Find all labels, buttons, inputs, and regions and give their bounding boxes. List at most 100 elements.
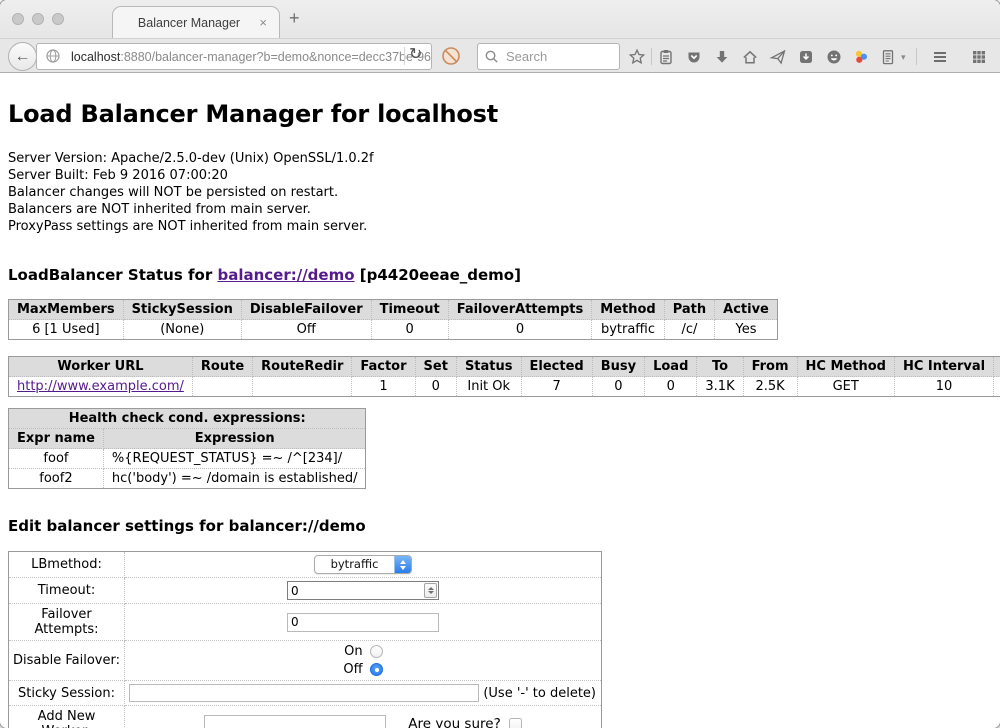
search-icon — [483, 48, 500, 70]
tab-title: Balancer Manager — [138, 16, 240, 30]
add-worker-row: Add New Worker: Are you sure? — [9, 706, 602, 728]
urlbar-separator — [404, 47, 405, 65]
note-persist: Balancer changes will NOT be persisted o… — [8, 184, 992, 201]
toolbar-separator — [651, 48, 652, 65]
col-failoverattempts: FailoverAttempts — [448, 300, 592, 320]
new-tab-button[interactable]: + — [289, 8, 300, 29]
minimize-window-button[interactable] — [32, 13, 44, 25]
color-cluster-icon[interactable] — [852, 48, 870, 66]
disable-failover-options: On Off — [343, 644, 382, 677]
server-info: Server Version: Apache/2.5.0-dev (Unix) … — [8, 150, 992, 235]
lbmethod-selected-value: bytraffic — [315, 556, 394, 573]
col-active: Active — [715, 300, 778, 320]
disable-failover-row: Disable Failover: On Off — [9, 641, 602, 681]
close-window-button[interactable] — [12, 13, 24, 25]
worker-table: Worker URL Route RouteRedir Factor Set S… — [8, 356, 1000, 397]
timeout-row: Timeout: — [9, 578, 602, 604]
are-you-sure-label: Are you sure? — [408, 716, 501, 728]
url-path: :8880/balancer-manager?b=demo&nonce=decc… — [120, 50, 431, 64]
sticky-session-row: Sticky Session: (Use '-' to delete) — [9, 681, 602, 706]
col-expression: Expression — [103, 429, 366, 449]
balancer-status-table: MaxMembers StickySession DisableFailover… — [8, 299, 778, 340]
save-to-device-icon[interactable] — [797, 48, 815, 66]
send-tab-icon[interactable] — [769, 48, 787, 66]
sticky-session-label: Sticky Session: — [9, 681, 125, 706]
radio-off[interactable] — [370, 663, 383, 676]
status-heading-suffix: [p4420eeae_demo] — [355, 266, 521, 284]
note-inherit: Balancers are NOT inherited from main se… — [8, 201, 992, 218]
reading-list-icon[interactable] — [657, 48, 675, 66]
failover-attempts-input[interactable] — [287, 613, 439, 632]
timeout-label: Timeout: — [9, 578, 125, 604]
failover-attempts-row: Failover Attempts: — [9, 604, 602, 641]
table-header-row: Worker URL Route RouteRedir Factor Set S… — [9, 357, 1000, 377]
health-table-title: Health check cond. expressions: — [9, 409, 366, 429]
globe-icon — [44, 47, 62, 70]
feedback-smiley-icon[interactable] — [825, 48, 843, 66]
balancer-demo-link[interactable]: balancer://demo — [217, 266, 354, 284]
page-title: Load Balancer Manager for localhost — [8, 100, 992, 128]
note-proxypass: ProxyPass settings are NOT inherited fro… — [8, 218, 992, 235]
timeout-input[interactable] — [288, 584, 424, 598]
worker-row: http://www.example.com/ 1 0 Init Ok 7 0 … — [9, 377, 1000, 397]
timeout-field-wrap — [287, 581, 439, 600]
lbmethod-label: LBmethod: — [9, 552, 125, 578]
edit-settings-heading: Edit balancer settings for balancer://de… — [8, 517, 992, 535]
tiles-grid-icon[interactable] — [970, 48, 988, 66]
col-stickysession: StickySession — [123, 300, 241, 320]
add-worker-input[interactable] — [204, 715, 386, 728]
col-maxmembers: MaxMembers — [9, 300, 124, 320]
lbmethod-row: LBmethod: bytraffic — [9, 552, 602, 578]
browser-window: Balancer Manager × + ← localhost:8880/ba… — [0, 0, 1000, 728]
table-header-row: Expr name Expression — [9, 429, 366, 449]
chevron-down-icon[interactable]: ▾ — [901, 52, 906, 63]
number-spinner-icon[interactable] — [424, 583, 437, 598]
status-heading-prefix: LoadBalancer Status for — [8, 266, 217, 284]
pocket-icon[interactable] — [685, 48, 703, 66]
toolbar-separator-2 — [916, 48, 917, 65]
select-stepper-icon — [394, 556, 411, 573]
url-bar[interactable]: localhost:8880/balancer-manager?b=demo&n… — [36, 43, 432, 70]
home-icon[interactable] — [741, 48, 759, 66]
server-built: Server Built: Feb 9 2016 07:00:20 — [8, 167, 992, 184]
back-arrow-icon: ← — [15, 48, 31, 66]
health-title-row: Health check cond. expressions: — [9, 409, 366, 429]
col-timeout: Timeout — [371, 300, 448, 320]
page-content: Load Balancer Manager for localhost Serv… — [0, 74, 1000, 728]
zoom-window-button[interactable] — [52, 13, 64, 25]
edit-balancer-form: LBmethod: bytraffic Timeout: — [8, 551, 602, 728]
search-input[interactable] — [506, 49, 611, 64]
col-disablefailover: DisableFailover — [241, 300, 371, 320]
health-check-table: Health check cond. expressions: Expr nam… — [8, 408, 366, 489]
reload-button[interactable]: ↻ — [409, 44, 422, 64]
bookmark-star-icon[interactable] — [628, 48, 646, 66]
worker-url-link[interactable]: http://www.example.com/ — [17, 379, 184, 394]
download-icon[interactable] — [713, 48, 731, 66]
lbmethod-select[interactable]: bytraffic — [314, 555, 412, 574]
server-version: Server Version: Apache/2.5.0-dev (Unix) … — [8, 150, 992, 167]
are-you-sure-checkbox[interactable] — [509, 718, 522, 728]
url-host: localhost — [71, 50, 120, 64]
radio-on[interactable] — [370, 645, 383, 658]
tab-close-icon[interactable]: × — [259, 15, 267, 30]
sticky-session-input[interactable] — [129, 684, 479, 702]
table-row: foof2 hc('body') =~ /domain is establish… — [9, 469, 366, 489]
sidebar-notes-icon[interactable] — [879, 48, 897, 66]
titlebar: Balancer Manager × + — [0, 0, 1000, 38]
table-header-row: MaxMembers StickySession DisableFailover… — [9, 300, 778, 320]
add-worker-label: Add New Worker: — [9, 706, 125, 728]
url-text: localhost:8880/balancer-manager?b=demo&n… — [71, 50, 431, 64]
table-row: foof %{REQUEST_STATUS} =~ /^[234]/ — [9, 449, 366, 469]
radio-on-label: On — [343, 644, 362, 659]
col-expr-name: Expr name — [9, 429, 104, 449]
col-path: Path — [664, 300, 714, 320]
sticky-session-hint: (Use '-' to delete) — [483, 686, 597, 701]
back-button[interactable]: ← — [8, 42, 37, 71]
radio-off-label: Off — [343, 662, 362, 677]
content-blocked-icon[interactable] — [440, 45, 462, 72]
tab-balancer-manager[interactable]: Balancer Manager × — [112, 6, 280, 39]
table-row: 6 [1 Used] (None) Off 0 0 bytraffic /c/ … — [9, 320, 778, 340]
menu-hamburger-icon[interactable] — [931, 48, 949, 66]
failover-attempts-label: Failover Attempts: — [9, 604, 125, 641]
disable-failover-label: Disable Failover: — [9, 641, 125, 681]
